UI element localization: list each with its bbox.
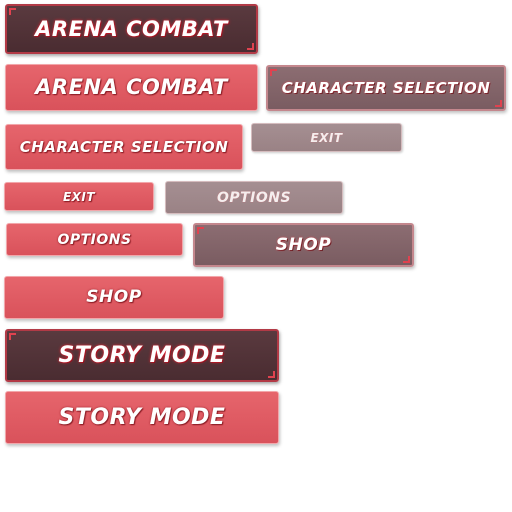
character-selection-button-red[interactable]: CHARACTER SELECTION: [5, 124, 243, 170]
options-button-pale[interactable]: OPTIONS: [165, 181, 343, 214]
character-selection-label: CHARACTER SELECTION: [19, 137, 229, 156]
corner-accent-icon: [270, 69, 277, 76]
shop-button-red[interactable]: SHOP: [4, 276, 224, 319]
exit-button-red[interactable]: EXIT: [4, 182, 154, 211]
shop-label: SHOP: [86, 287, 142, 307]
corner-accent-icon: [9, 8, 16, 15]
character-selection-button-grey[interactable]: CHARACTER SELECTION: [266, 65, 506, 111]
options-label: OPTIONS: [57, 231, 132, 248]
exit-label: EXIT: [62, 189, 96, 204]
corner-accent-icon: [495, 100, 502, 107]
corner-accent-icon: [403, 256, 410, 263]
options-label: OPTIONS: [216, 189, 292, 206]
exit-label: EXIT: [310, 130, 343, 145]
corner-accent-icon: [247, 43, 254, 50]
shop-label: SHOP: [275, 234, 332, 255]
story-mode-button-dark[interactable]: STORY MODE: [5, 329, 279, 382]
corner-accent-icon: [268, 371, 275, 378]
arena-combat-label: ARENA COMBAT: [35, 75, 228, 99]
character-selection-label: CHARACTER SELECTION: [281, 78, 491, 97]
arena-combat-button-red[interactable]: ARENA COMBAT: [5, 64, 258, 111]
story-mode-label: STORY MODE: [58, 342, 226, 368]
corner-accent-icon: [9, 333, 16, 340]
story-mode-button-red[interactable]: STORY MODE: [5, 391, 279, 444]
options-button-red[interactable]: OPTIONS: [6, 223, 183, 256]
corner-accent-icon: [197, 227, 204, 234]
story-mode-label: STORY MODE: [58, 404, 226, 430]
arena-combat-label: ARENA COMBAT: [35, 16, 228, 41]
shop-button-grey[interactable]: SHOP: [193, 223, 414, 267]
exit-button-pale[interactable]: EXIT: [251, 123, 402, 152]
arena-combat-button-dark[interactable]: ARENA COMBAT: [5, 4, 258, 54]
